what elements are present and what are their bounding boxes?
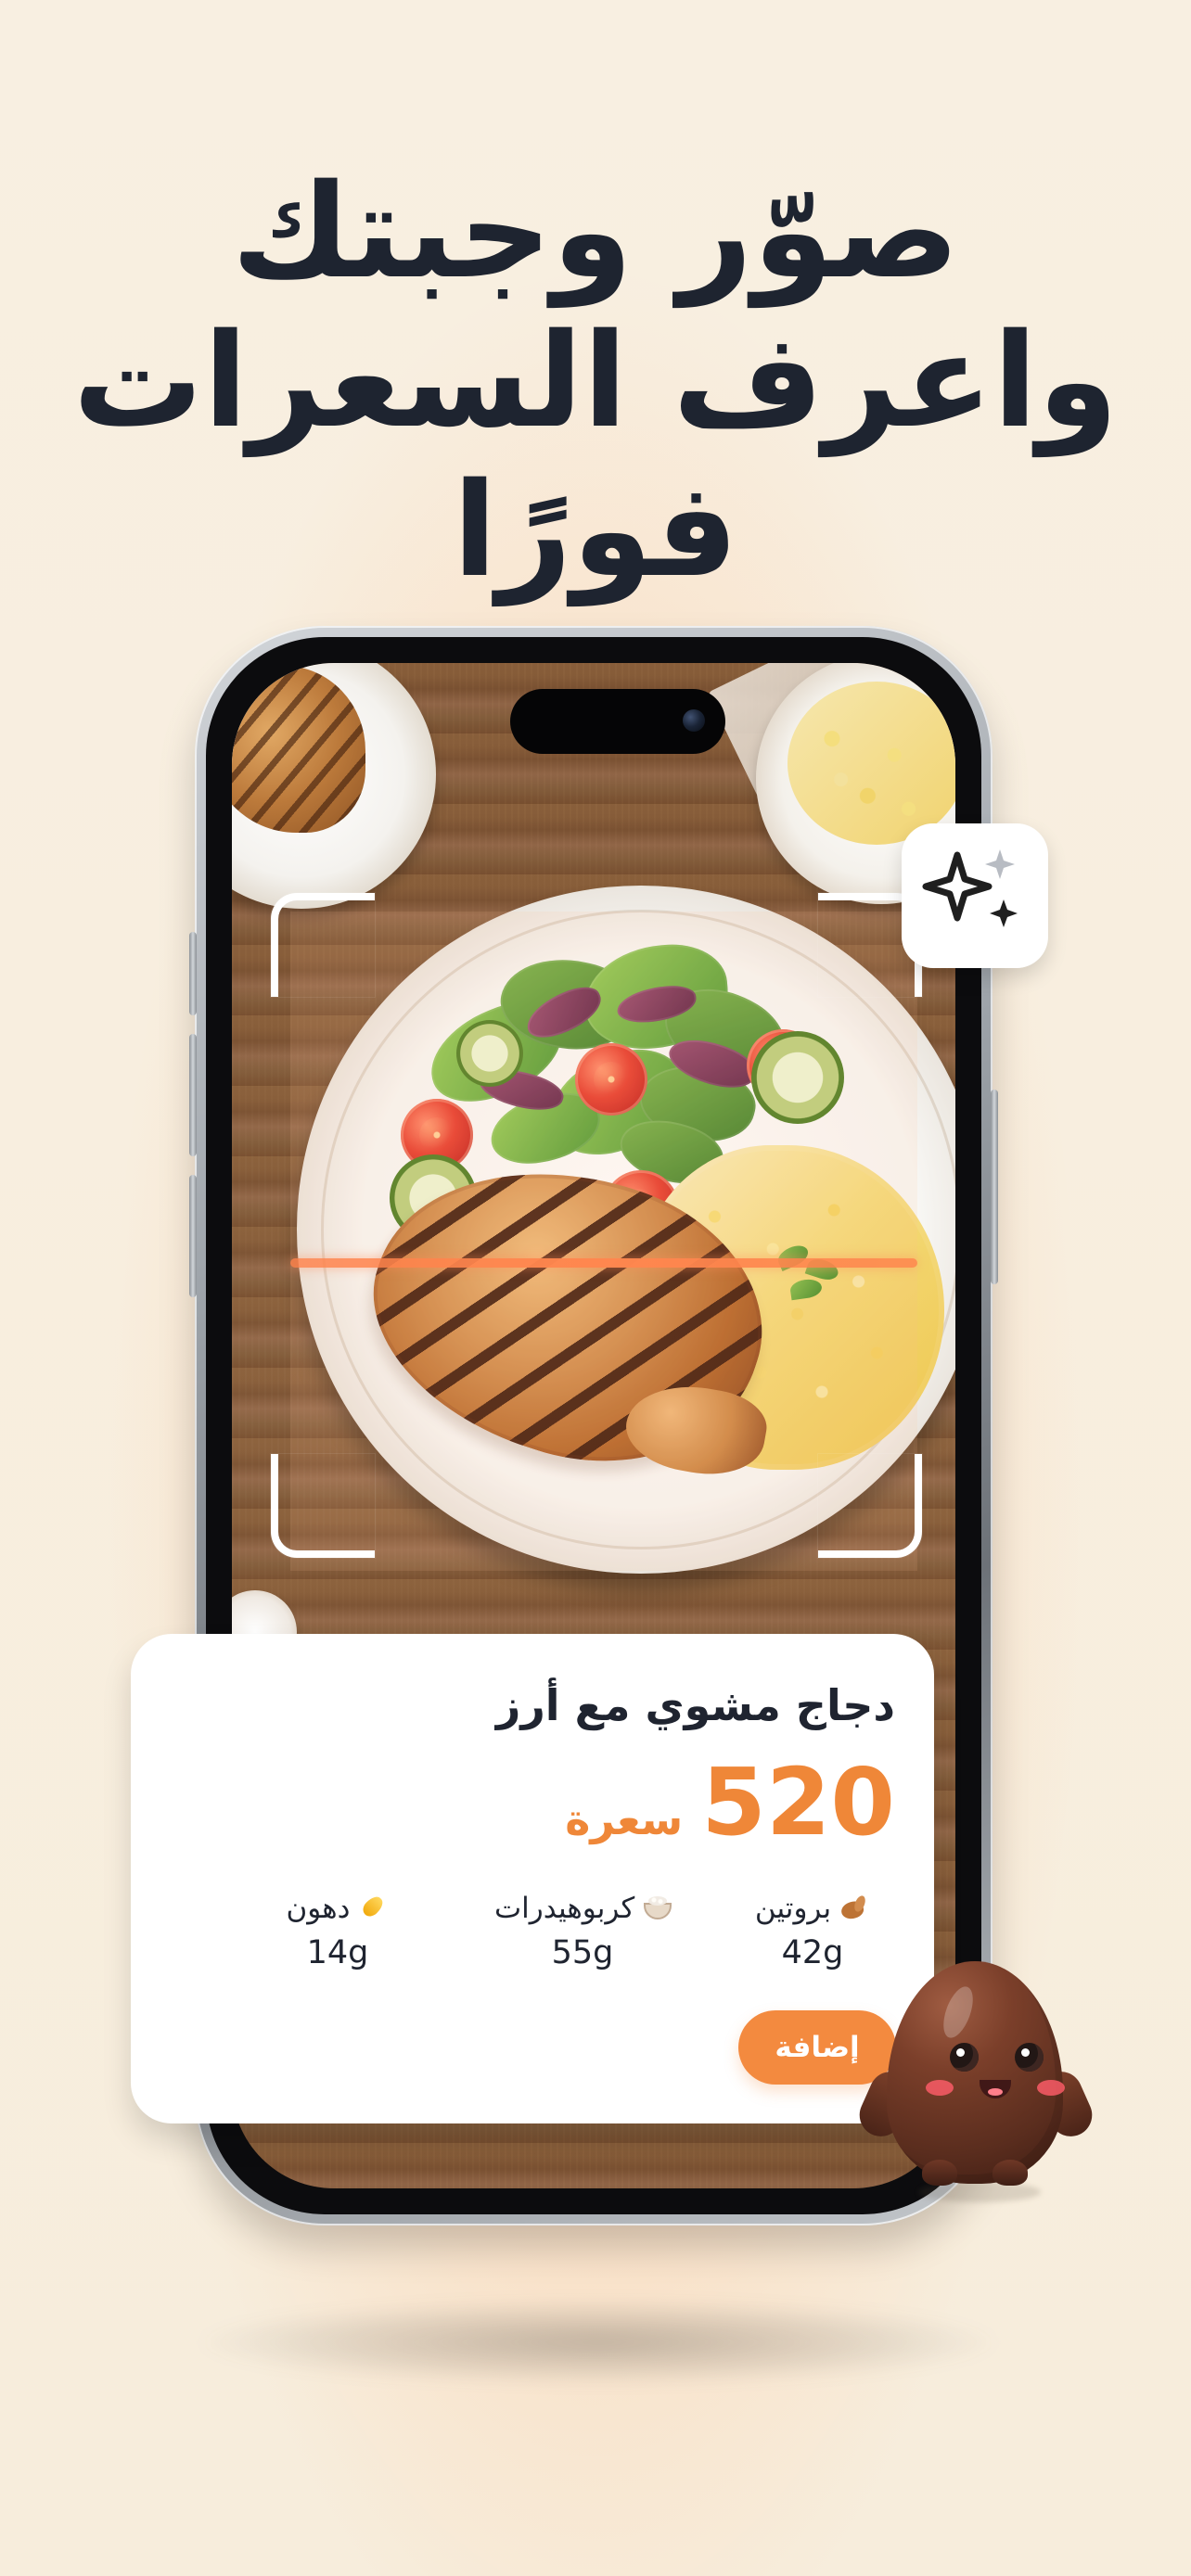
phone-volume-up (189, 1034, 197, 1156)
mascot-mouth (980, 2080, 1011, 2098)
calorie-value: 520 (701, 1748, 895, 1856)
muscle-icon (839, 1894, 870, 1925)
mascot-left-foot (922, 2160, 957, 2186)
front-camera (683, 709, 705, 732)
page-headline: صوّر وجبتك واعرف السعرات فورًا (65, 158, 1126, 606)
phone-side-button (189, 932, 197, 1015)
mascot-right-cheek (1037, 2080, 1065, 2096)
macro-protein-label: بروتين (754, 1892, 832, 1925)
macro-protein-header: بروتين (724, 1892, 901, 1926)
date-mascot (852, 1961, 1099, 2212)
phone-volume-down (189, 1175, 197, 1297)
macro-fats: دهون 14g (250, 1892, 426, 1970)
meal-result-card: دجاج مشوي مع أرز 520 سعرة بروتين 42g كرب… (131, 1634, 934, 2123)
oil-drop-icon (357, 1894, 389, 1925)
calorie-summary: 520 سعرة (565, 1756, 895, 1849)
macro-fats-label: دهون (286, 1892, 351, 1925)
macro-carbs-header: كربوهيدرات (494, 1892, 672, 1926)
parsley-garnish (788, 1277, 824, 1301)
headline-line-2: واعرف السعرات فورًا (72, 306, 1119, 606)
macro-carbs-label: كربوهيدرات (494, 1892, 635, 1925)
mascot-right-foot (992, 2160, 1028, 2186)
rice-bowl-icon (642, 1894, 672, 1925)
calorie-unit: سعرة (565, 1794, 684, 1844)
cucumber-slice (751, 1031, 844, 1124)
macro-carbs: كربوهيدرات 55g (494, 1892, 672, 1972)
ai-scan-badge (902, 823, 1048, 968)
macro-protein: بروتين 42g (724, 1892, 901, 1970)
macro-fats-value: 14g (306, 1934, 369, 1972)
macro-carbs-value: 55g (551, 1934, 614, 1972)
side-plate-rice (788, 682, 955, 845)
phone-shadow (199, 2300, 997, 2385)
cherry-tomato (575, 1043, 647, 1116)
dish-name: دجاج مشوي مع أرز (495, 1680, 895, 1730)
mascot-left-eye (950, 2043, 979, 2072)
mascot-left-cheek (926, 2080, 954, 2096)
meal-plate (297, 886, 955, 1574)
macro-fats-header: دهون (250, 1892, 426, 1926)
side-plate-chicken (232, 666, 365, 833)
dynamic-island (510, 689, 725, 754)
phone-power-button (991, 1090, 998, 1284)
headline-line-1: صوّر وجبتك (231, 157, 960, 308)
mascot-shine (937, 1983, 980, 2042)
mascot-body (887, 1961, 1065, 2184)
mascot-right-eye (1015, 2043, 1044, 2072)
macro-breakdown: بروتين 42g كربوهيدرات 55g دهون 14g (159, 1892, 901, 1986)
cucumber-slice (456, 1020, 523, 1087)
sparkles-icon (922, 849, 1018, 927)
